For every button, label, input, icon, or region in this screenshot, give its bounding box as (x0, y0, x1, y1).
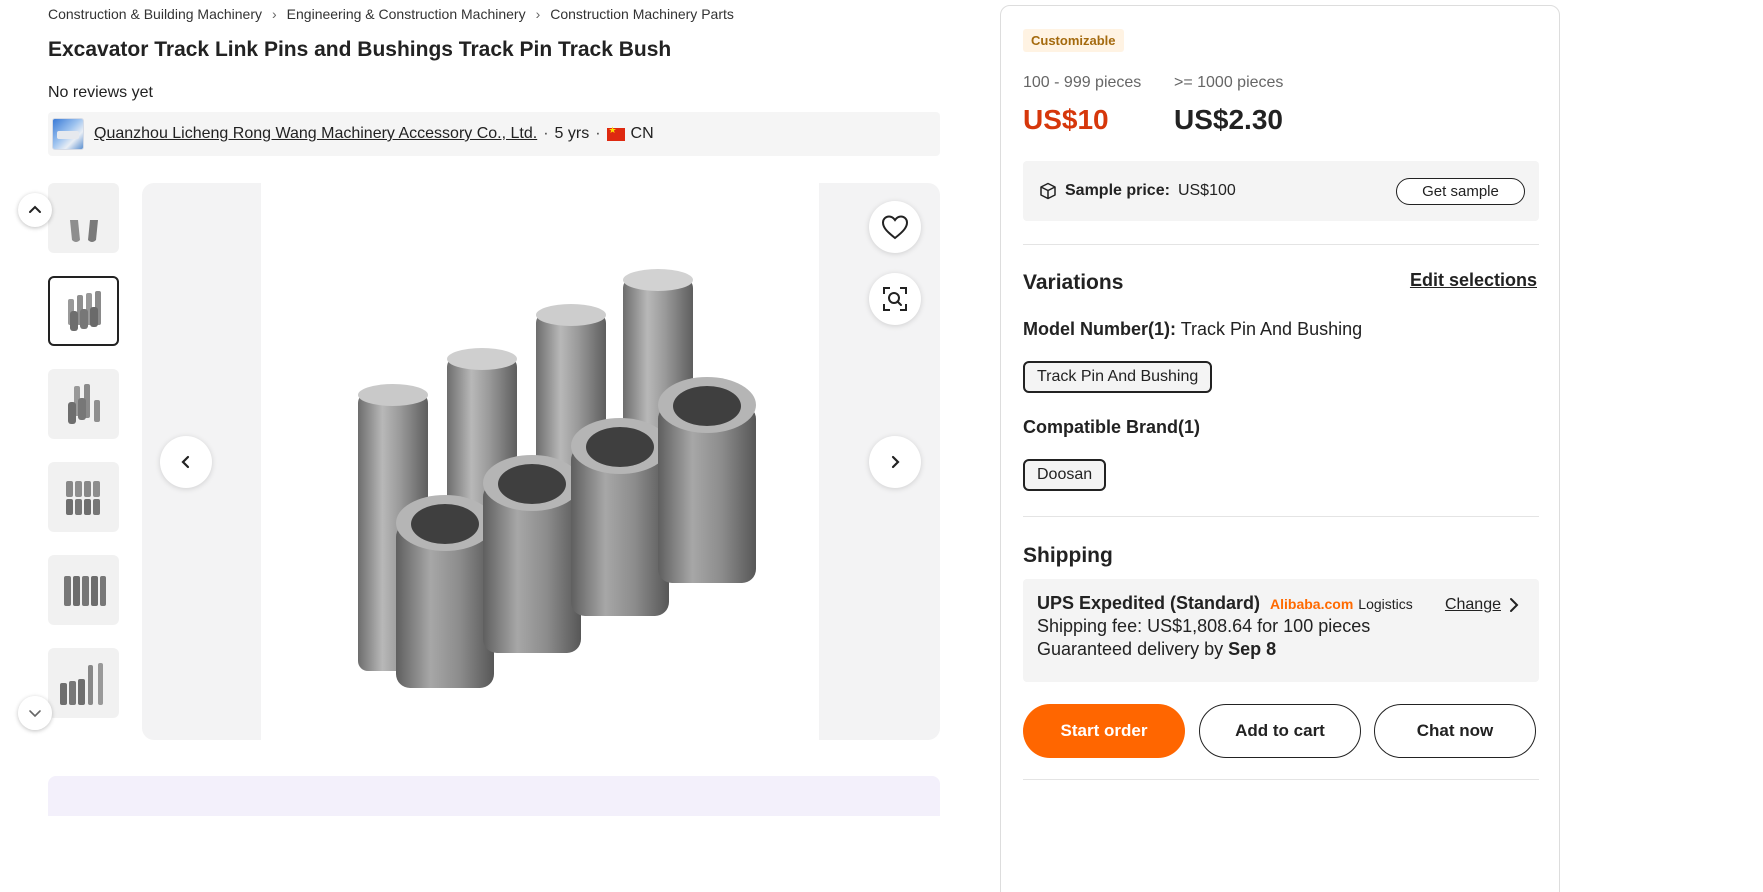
divider (1023, 244, 1539, 245)
chevron-up-icon (29, 205, 41, 213)
product-thumbnail-image (63, 576, 106, 606)
chevron-right-icon: › (535, 6, 541, 22)
box-icon (1040, 182, 1056, 200)
next-image-button[interactable] (869, 436, 921, 488)
model-number-attribute: Model Number(1): Track Pin And Bushing (1023, 319, 1362, 340)
supplier-name-link[interactable]: Quanzhou Licheng Rong Wang Machinery Acc… (94, 125, 537, 143)
thumbnails-scroll-down-button[interactable] (18, 696, 52, 730)
thumbnail[interactable] (48, 648, 119, 718)
thumbnails-scroll-up-button[interactable] (18, 193, 52, 227)
reviews-summary: No reviews yet (48, 84, 153, 101)
chevron-right-icon: › (272, 6, 277, 22)
thumbnail[interactable] (48, 183, 119, 253)
start-order-button[interactable]: Start order (1023, 704, 1185, 758)
chevron-right-icon (891, 455, 900, 469)
tier-price: US$2.30 (1174, 104, 1283, 135)
chevron-left-icon (181, 455, 190, 469)
previous-image-button[interactable] (160, 436, 212, 488)
separator: · (543, 125, 549, 142)
model-option-chip[interactable]: Track Pin And Bushing (1023, 361, 1213, 393)
customizable-badge: Customizable (1023, 29, 1124, 52)
product-thumbnail-image (69, 220, 98, 242)
shipping-fee: Shipping fee: US$1,808.64 for 100 pieces (1037, 616, 1371, 636)
thumbnail-list (48, 183, 119, 741)
product-thumbnail-image (67, 384, 100, 424)
get-sample-button[interactable]: Get sample (1396, 178, 1525, 205)
breadcrumb-item[interactable]: Construction Machinery Parts (550, 6, 734, 22)
logistics-label: Logistics (1358, 595, 1413, 612)
thumbnail[interactable] (48, 369, 119, 439)
product-thumbnail-image (59, 663, 103, 705)
thumbnail-selected[interactable] (48, 276, 119, 346)
change-shipping-link[interactable]: Change (1445, 596, 1521, 614)
add-to-cart-button[interactable]: Add to cart (1199, 704, 1361, 758)
image-search-icon (883, 287, 907, 311)
price-tier: >= 1000 pieces US$2.30 (1174, 74, 1283, 136)
supplier-bar: Quanzhou Licheng Rong Wang Machinery Acc… (48, 112, 940, 156)
alibaba-logistics-logo: Alibaba.com (1270, 595, 1354, 612)
delivery-date: Sep 8 (1228, 639, 1277, 659)
edit-selections-link[interactable]: Edit selections (1410, 270, 1537, 291)
product-title: Excavator Track Link Pins and Bushings T… (48, 38, 672, 61)
main-product-image (142, 183, 940, 740)
supplier-logo[interactable] (52, 118, 84, 150)
sample-price-value: US$100 (1177, 182, 1236, 199)
compatible-brand-attribute: Compatible Brand(1) (1023, 417, 1200, 438)
product-main-column: Construction & Building Machinery › Engi… (0, 0, 1000, 892)
sample-price-label: Sample price: (1065, 182, 1170, 199)
chat-now-button[interactable]: Chat now (1374, 704, 1536, 758)
purchase-panel: Customizable 100 - 999 pieces US$10 >= 1… (1000, 5, 1560, 892)
shipping-heading: Shipping (1023, 544, 1113, 567)
info-banner (48, 776, 940, 816)
supplier-years: 5 yrs (554, 125, 590, 142)
breadcrumb: Construction & Building Machinery › Engi… (48, 6, 734, 22)
chevron-down-icon (29, 710, 41, 718)
attribute-key: Compatible Brand(1) (1023, 417, 1201, 437)
attribute-key: Model Number(1): (1023, 319, 1176, 339)
shipping-method: UPS Expedited (Standard) (1037, 593, 1261, 613)
thumbnail[interactable] (48, 462, 119, 532)
divider (1023, 516, 1539, 517)
change-label: Change (1444, 596, 1501, 613)
breadcrumb-item[interactable]: Construction & Building Machinery (48, 6, 262, 22)
product-thumbnail-image (65, 481, 100, 515)
tier-price: US$10 (1023, 104, 1109, 135)
china-flag-icon (606, 125, 625, 141)
breadcrumb-item[interactable]: Engineering & Construction Machinery (287, 6, 526, 22)
track-pins-and-bushings-image (358, 269, 756, 688)
shipping-option: UPS Expedited (Standard) Alibaba.com Log… (1023, 579, 1539, 682)
thumbnail[interactable] (48, 555, 119, 625)
delivery-guarantee: Guaranteed delivery by Sep 8 (1037, 639, 1525, 660)
product-photo (261, 183, 819, 740)
divider (1023, 779, 1539, 780)
attribute-value: Track Pin And Bushing (1180, 319, 1363, 339)
variations-heading: Variations (1023, 271, 1124, 294)
product-thumbnail-image (67, 291, 101, 331)
image-search-button[interactable] (869, 273, 921, 325)
tier-quantity: 100 - 999 pieces (1023, 74, 1142, 91)
delivery-label: Guaranteed delivery by (1037, 639, 1224, 659)
heart-icon (881, 215, 909, 240)
favorite-button[interactable] (869, 201, 921, 253)
separator: · (595, 125, 601, 142)
tier-quantity: >= 1000 pieces (1174, 74, 1284, 91)
supplier-country: CN (630, 125, 654, 142)
brand-option-chip[interactable]: Doosan (1023, 459, 1107, 491)
chevron-right-icon (1510, 598, 1519, 612)
sample-price-row: Sample price: US$100 Get sample (1023, 161, 1539, 221)
price-tier: 100 - 999 pieces US$10 (1023, 74, 1141, 136)
